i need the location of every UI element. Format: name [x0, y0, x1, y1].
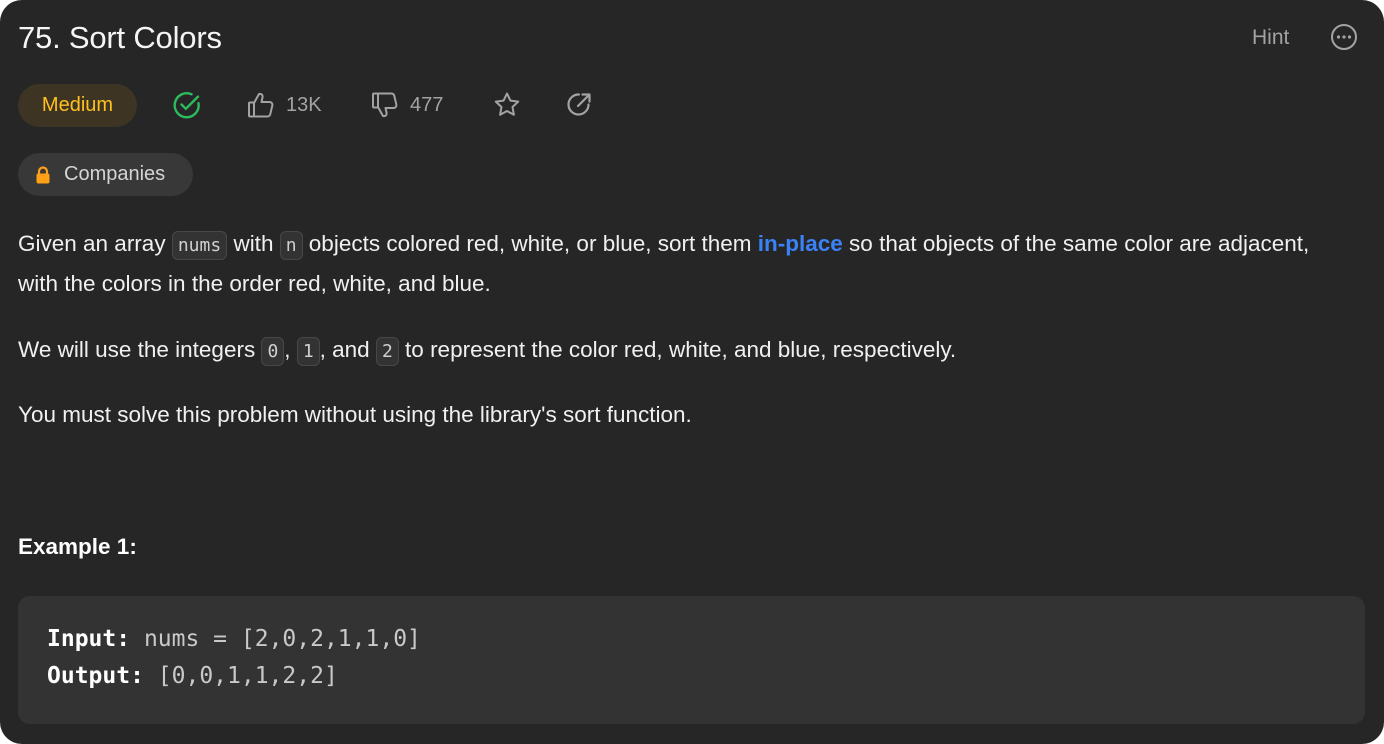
- thumbs-down-icon: [372, 92, 398, 118]
- check-circle-icon: [173, 92, 200, 119]
- inline-code-0: 0: [261, 337, 285, 366]
- text-span: with: [227, 231, 280, 256]
- like-button[interactable]: 13K: [246, 89, 322, 121]
- text-span: , and: [319, 337, 376, 362]
- input-value: nums = [2,0,2,1,1,0]: [130, 626, 421, 652]
- example-title: Example 1:: [18, 534, 137, 559]
- in-place-link[interactable]: in-place: [758, 231, 843, 256]
- likes-count: 13K: [286, 93, 322, 116]
- dislikes-count: 477: [410, 93, 444, 116]
- description-paragraph-2: We will use the integers 0, 1, and 2 to …: [18, 331, 1338, 371]
- problem-title: 75. Sort Colors: [18, 20, 222, 55]
- lock-icon: [36, 165, 50, 183]
- example-output-line: Output: [0,0,1,1,2,2]: [47, 663, 338, 689]
- difficulty-badge[interactable]: Medium: [18, 84, 137, 127]
- inline-code-n: n: [279, 231, 303, 260]
- star-icon[interactable]: [492, 90, 522, 120]
- dislike-button[interactable]: 477: [370, 89, 443, 121]
- share-icon[interactable]: [564, 90, 594, 120]
- output-label: Output:: [47, 663, 144, 689]
- companies-label: Companies: [64, 163, 166, 185]
- description-paragraph-1: Given an array nums with n objects color…: [18, 225, 1338, 303]
- inline-code-nums: nums: [171, 231, 228, 260]
- text-span: to represent the color red, white, and b…: [398, 337, 957, 362]
- example-code-block: Input: nums = [2,0,2,1,1,0] Output: [0,0…: [18, 596, 1365, 724]
- inline-code-1: 1: [296, 337, 320, 366]
- example-input-line: Input: nums = [2,0,2,1,1,0]: [47, 626, 421, 652]
- hint-button[interactable]: Hint: [1252, 26, 1289, 50]
- companies-button[interactable]: Companies: [18, 153, 193, 196]
- text-span: objects colored red, white, or blue, sor…: [302, 231, 758, 256]
- output-value: [0,0,1,1,2,2]: [143, 663, 338, 689]
- text-span: ,: [284, 337, 297, 362]
- text-span: Given an array: [18, 231, 172, 256]
- text-span: We will use the integers: [18, 337, 262, 362]
- description-paragraph-3: You must solve this problem without usin…: [18, 402, 692, 427]
- problem-panel: 75. Sort Colors Hint Medium 13K 477 Comp…: [0, 0, 1384, 744]
- input-label: Input:: [47, 626, 131, 652]
- ellipsis-circle-icon[interactable]: [1330, 23, 1358, 51]
- inline-code-2: 2: [375, 337, 399, 366]
- thumbs-up-icon: [248, 92, 274, 118]
